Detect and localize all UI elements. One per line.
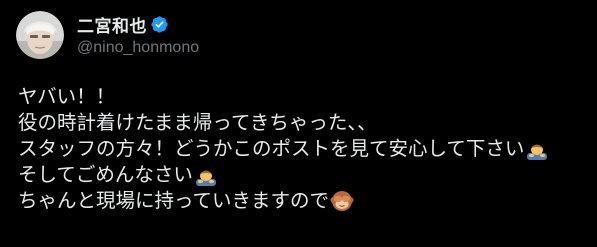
author-names: 二宮和也 @nino_honmono xyxy=(77,14,199,57)
tweet-line: そしてごめんなさい xyxy=(18,162,593,188)
tweet-line-text: そしてごめんなさい xyxy=(18,163,193,186)
verified-badge-icon[interactable] xyxy=(150,15,169,34)
display-name-row: 二宮和也 xyxy=(77,12,199,37)
avatar[interactable] xyxy=(16,11,64,59)
see-no-evil-monkey-icon xyxy=(330,189,354,213)
avatar-image xyxy=(16,11,64,59)
tweet-line-text: スタッフの方々！どうかこのポストを見て安心して下さい xyxy=(18,137,525,160)
handle[interactable]: @nino_honmono xyxy=(77,39,199,57)
tweet-line: ヤバい！！ xyxy=(18,84,593,110)
tweet-line-text: 役の時計着けたまま帰ってきちゃった、、 xyxy=(18,111,377,134)
tweet-line: ちゃんと現場に持っていきますので xyxy=(18,188,593,214)
tweet-line: スタッフの方々！どうかこのポストを見て安心して下さい xyxy=(18,136,593,162)
display-name[interactable]: 二宮和也 xyxy=(77,12,147,37)
tweet-header: 二宮和也 @nino_honmono xyxy=(16,11,199,59)
tweet-text: ヤバい！！ 役の時計着けたまま帰ってきちゃった、、 スタッフの方々！どうかこのポ… xyxy=(18,84,593,214)
tweet-line-text: ちゃんと現場に持っていきますので xyxy=(18,189,330,212)
tweet-line: 役の時計着けたまま帰ってきちゃった、、 xyxy=(18,110,593,136)
tweet-line-text: ヤバい！！ xyxy=(18,85,116,108)
person-bowing-icon xyxy=(194,163,218,187)
person-bowing-icon xyxy=(525,137,549,161)
